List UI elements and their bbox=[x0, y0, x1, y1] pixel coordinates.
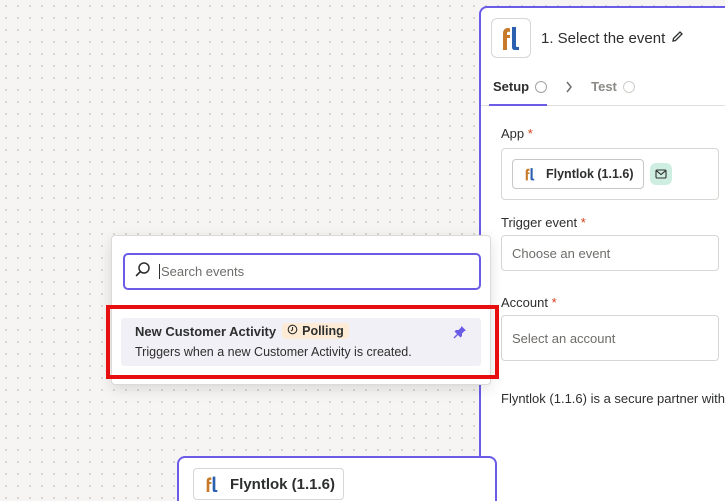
status-circle-icon bbox=[622, 80, 635, 93]
node-app-chip: Flyntlok (1.1.6) bbox=[193, 468, 345, 500]
required-mark: * bbox=[527, 126, 533, 141]
text-caret bbox=[159, 264, 160, 279]
tab-setup-label: Setup bbox=[493, 79, 530, 94]
trigger-label: Trigger event * bbox=[501, 215, 719, 230]
panel-header: 1. Select the event bbox=[481, 8, 725, 68]
app-label: App * bbox=[501, 126, 719, 141]
flyntlok-logo-icon bbox=[206, 476, 218, 492]
required-mark: * bbox=[551, 295, 557, 310]
tab-setup[interactable]: Setup bbox=[488, 68, 548, 106]
node-app-name: Flyntlok (1.1.6) bbox=[230, 475, 336, 493]
account-placeholder: Select an account bbox=[512, 330, 616, 346]
trigger-label-text: Trigger event bbox=[501, 215, 578, 230]
flyntlok-logo-icon bbox=[491, 18, 531, 58]
mail-icon bbox=[649, 163, 672, 185]
app-selector[interactable]: Flyntlok (1.1.6) bbox=[501, 148, 719, 200]
app-chip-label: Flyntlok (1.1.6) bbox=[546, 167, 634, 181]
flyntlok-logo-icon bbox=[525, 168, 535, 181]
account-label: Account * bbox=[501, 295, 719, 310]
required-mark: * bbox=[580, 215, 586, 230]
chevron-right-icon bbox=[557, 68, 581, 105]
status-circle-icon bbox=[535, 80, 548, 93]
highlight-box bbox=[106, 305, 499, 379]
account-field[interactable]: Select an account bbox=[501, 315, 719, 361]
app-label-text: App bbox=[501, 126, 525, 141]
pencil-icon[interactable] bbox=[671, 30, 684, 47]
account-label-text: Account bbox=[501, 295, 548, 310]
app-chip[interactable]: Flyntlok (1.1.6) bbox=[512, 159, 644, 189]
panel-title-wrap: 1. Select the event bbox=[541, 30, 684, 47]
trigger-event-placeholder: Choose an event bbox=[512, 245, 611, 261]
step-panel: 1. Select the event Setup Test App * Fly… bbox=[479, 6, 725, 501]
step-tabs: Setup Test bbox=[481, 68, 725, 106]
setup-form: App * Flyntlok (1.1.6) Trigger event * C… bbox=[481, 126, 725, 406]
search-input[interactable] bbox=[161, 264, 461, 279]
trigger-event-field[interactable]: Choose an event bbox=[501, 235, 719, 271]
search-icon bbox=[135, 261, 151, 282]
search-box[interactable] bbox=[123, 253, 481, 290]
tab-test[interactable]: Test bbox=[591, 68, 635, 105]
trigger-node[interactable]: Flyntlok (1.1.6) bbox=[177, 456, 497, 501]
tab-test-label: Test bbox=[591, 79, 617, 94]
panel-title: 1. Select the event bbox=[541, 29, 666, 47]
partner-info-text: Flyntlok (1.1.6) is a secure partner wit… bbox=[501, 391, 725, 406]
